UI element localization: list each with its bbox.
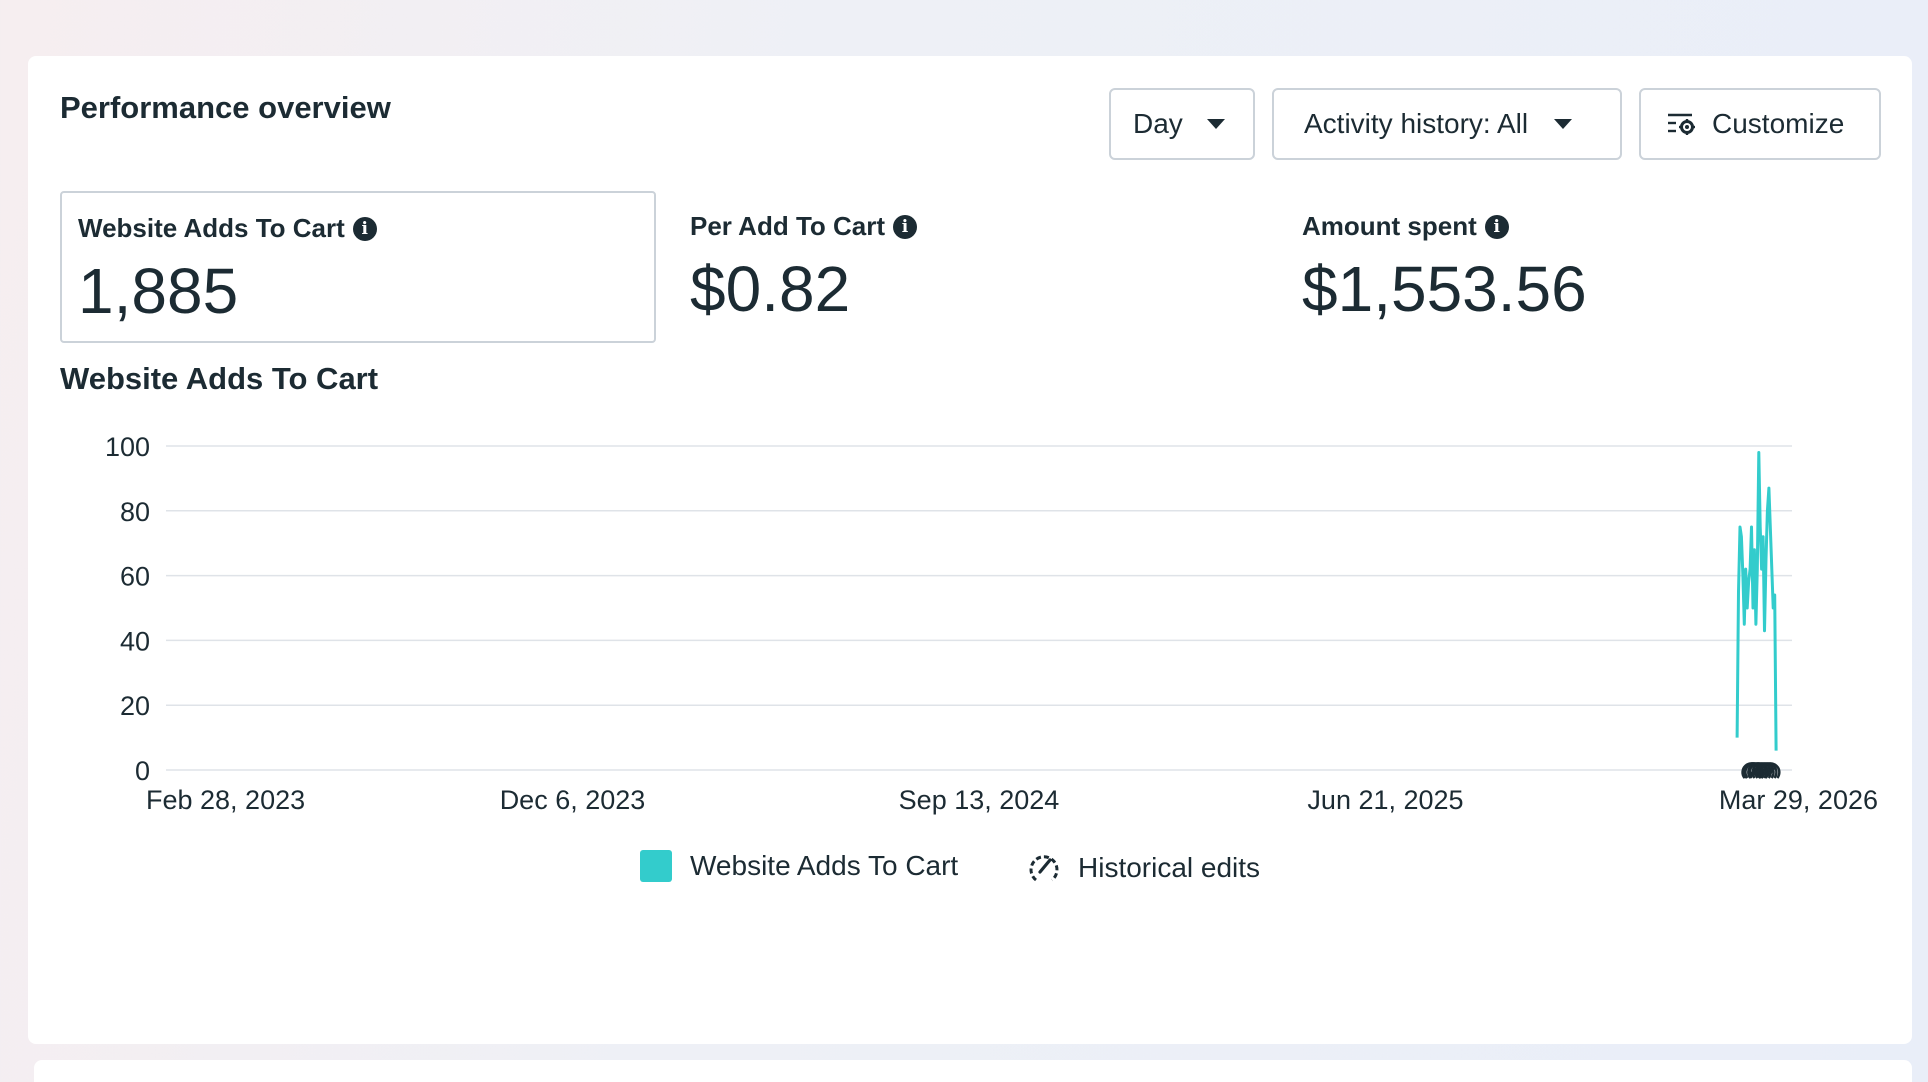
performance-overview-card: Performance overview Day Activity histor… bbox=[28, 56, 1912, 1044]
x-tick-label: Sep 13, 2024 bbox=[899, 785, 1060, 815]
series-swatch-icon bbox=[640, 850, 672, 882]
historical-edits-icon bbox=[1029, 855, 1059, 882]
legend-series[interactable]: Website Adds To Cart bbox=[640, 850, 958, 882]
y-tick-label: 60 bbox=[120, 562, 150, 592]
y-tick-label: 20 bbox=[120, 691, 150, 721]
x-tick-label: Mar 29, 2026 bbox=[1719, 785, 1878, 815]
x-tick-label: Feb 28, 2023 bbox=[146, 785, 305, 815]
secondary-card bbox=[34, 1060, 1912, 1082]
x-tick-label: Dec 6, 2023 bbox=[500, 785, 646, 815]
legend-edits-label: Historical edits bbox=[1078, 852, 1261, 883]
y-tick-label: 100 bbox=[105, 432, 150, 462]
y-tick-label: 40 bbox=[120, 626, 150, 656]
y-tick-label: 0 bbox=[135, 756, 150, 786]
x-tick-label: Jun 21, 2025 bbox=[1307, 785, 1463, 815]
line-chart: 100 80 60 40 20 0Feb 28, 2023 Dec 6, 2023 Sep 1… bbox=[105, 432, 1878, 815]
legend-historical-edits[interactable]: Historical edits bbox=[1026, 850, 1260, 886]
y-tick-label: 80 bbox=[120, 497, 150, 527]
legend-series-label: Website Adds To Cart bbox=[690, 850, 959, 881]
